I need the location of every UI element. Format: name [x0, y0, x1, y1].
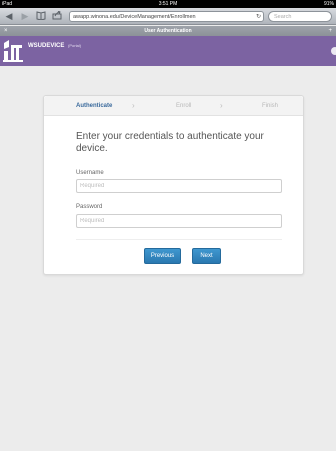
browser-toolbar: ◀ ▶ awapp.winona.edu/DeviceManagement/En…	[0, 8, 336, 25]
back-icon[interactable]: ◀	[4, 11, 14, 21]
reload-icon[interactable]: ↻	[256, 12, 261, 21]
menu-edge-icon[interactable]	[331, 47, 336, 55]
instruction-text: Enter your credentials to authenticate y…	[76, 131, 264, 154]
step-authenticate: Authenticate	[76, 103, 113, 109]
new-tab-icon[interactable]: +	[328, 26, 332, 36]
step-separator-icon: ›	[220, 101, 223, 110]
app-header: WSUDEVICE (Portal)	[0, 36, 336, 66]
step-enroll: Enroll	[176, 103, 192, 109]
share-icon[interactable]	[52, 10, 62, 21]
form-divider	[76, 239, 282, 240]
university-logo-icon	[2, 39, 24, 63]
bookmarks-icon[interactable]	[36, 11, 46, 21]
enrollment-card: Authenticate › Enroll › Finish Enter you…	[43, 95, 304, 275]
step-separator-icon: ›	[132, 101, 135, 110]
previous-button[interactable]: Previous	[144, 248, 181, 264]
tab-strip: × User Authentication +	[0, 26, 336, 36]
tab-title[interactable]: User Authentication	[0, 26, 336, 36]
battery-level: 91%	[323, 1, 334, 7]
search-field[interactable]: Search	[268, 11, 332, 22]
address-text: awapp.winona.edu/DeviceManagement/Enroll…	[73, 14, 196, 20]
app-subtitle: (Portal)	[68, 43, 82, 48]
app-name: WSUDEVICE	[28, 43, 65, 49]
status-time: 3:51 PM	[158, 1, 178, 7]
next-button[interactable]: Next	[192, 248, 221, 264]
status-bar: iPad 3:51 PM 91%	[0, 0, 336, 8]
wizard-steps: Authenticate › Enroll › Finish	[44, 96, 303, 116]
app-title: WSUDEVICE (Portal)	[28, 43, 81, 49]
password-label: Password	[76, 204, 103, 210]
username-input[interactable]	[76, 179, 282, 193]
step-finish: Finish	[262, 103, 279, 109]
password-input[interactable]	[76, 214, 282, 228]
forward-icon[interactable]: ▶	[20, 11, 30, 21]
search-placeholder: Search	[274, 14, 292, 20]
username-label: Username	[76, 170, 104, 176]
address-bar[interactable]: awapp.winona.edu/DeviceManagement/Enroll…	[69, 11, 264, 22]
